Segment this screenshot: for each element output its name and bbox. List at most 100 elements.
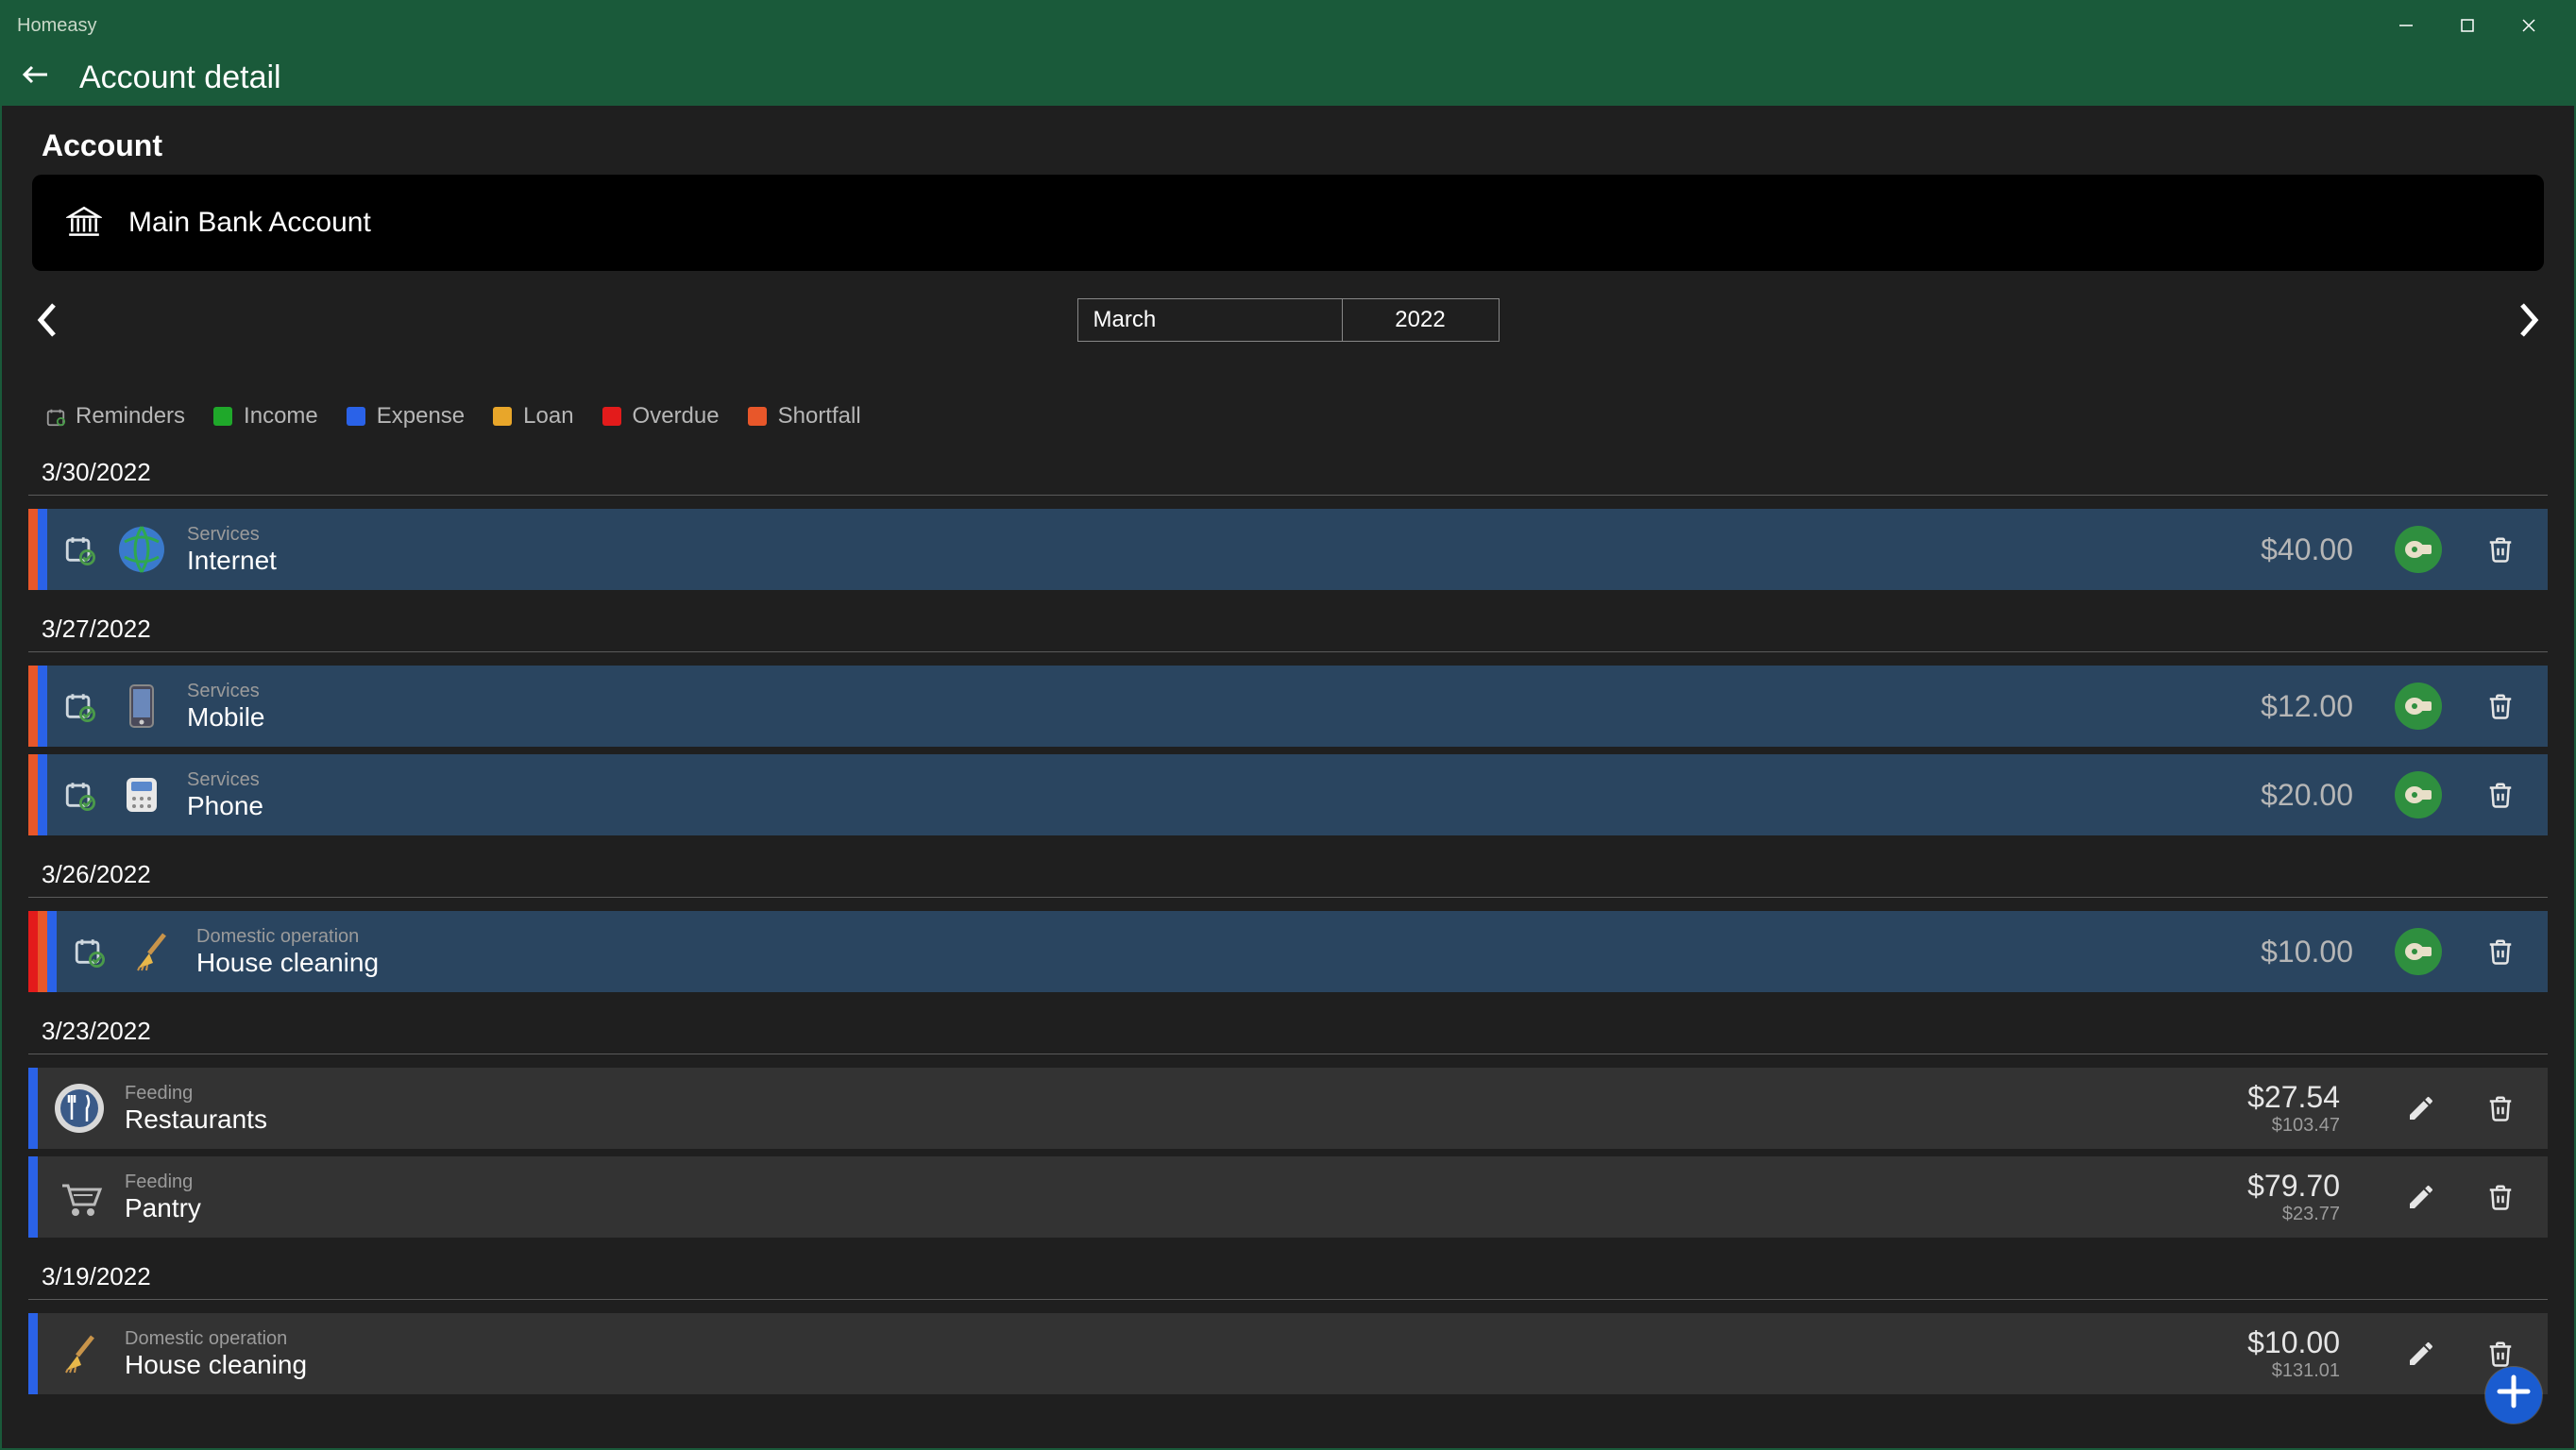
date-header: 3/23/2022 (28, 1000, 2548, 1054)
pay-button[interactable] (2395, 683, 2442, 730)
year-selector[interactable]: 2022 (1343, 299, 1499, 341)
shortfall-swatch (748, 407, 767, 426)
transaction-name: Mobile (187, 702, 264, 733)
category-stripes (28, 1068, 38, 1149)
transaction-amount-col: $10.00 (2261, 935, 2353, 969)
transaction-name: Phone (187, 791, 263, 821)
transaction-text: FeedingPantry (125, 1172, 201, 1223)
expense-swatch (347, 407, 365, 426)
category-stripes (28, 911, 57, 992)
phone-icon (115, 768, 168, 821)
prev-period-button[interactable] (25, 297, 70, 343)
transaction-amount: $40.00 (2261, 532, 2353, 567)
stripe (28, 911, 38, 992)
legend-overdue: Overdue (602, 403, 720, 430)
legend-expense: Expense (347, 403, 465, 430)
stripe (28, 754, 38, 835)
transaction-list[interactable]: 3/30/2022ServicesInternet$40.003/27/2022… (28, 441, 2548, 1436)
stripe (28, 666, 38, 747)
plus-icon (2494, 1372, 2534, 1419)
transaction-body: Domestic operationHouse cleaning$10.00$1… (38, 1313, 2548, 1394)
delete-button[interactable] (2480, 931, 2521, 972)
reminder-icon (72, 935, 106, 969)
stripe (28, 1068, 38, 1149)
account-card[interactable]: Main Bank Account (32, 175, 2544, 271)
delete-button[interactable] (2480, 1176, 2521, 1218)
pay-button[interactable] (2395, 928, 2442, 975)
transaction-text: Domestic operationHouse cleaning (196, 926, 379, 978)
back-button[interactable] (21, 59, 51, 95)
reminder-icon (62, 689, 96, 723)
transaction-row[interactable]: FeedingPantry $79.70$23.77 (28, 1156, 2548, 1238)
transaction-amount: $79.70 (2247, 1169, 2340, 1204)
category-stripes (28, 1156, 38, 1238)
globe-icon (115, 523, 168, 576)
transaction-row[interactable]: ServicesPhone $20.00 (28, 754, 2548, 835)
transaction-text: FeedingRestaurants (125, 1083, 267, 1135)
page-title: Account detail (79, 59, 281, 96)
transaction-category: Domestic operation (196, 926, 379, 948)
stripe (38, 509, 47, 590)
period-selector: March 2022 (1077, 298, 1500, 342)
cutlery-icon (53, 1082, 106, 1135)
transaction-row[interactable]: FeedingRestaurants $27.54$103.47 (28, 1068, 2548, 1149)
transaction-text: ServicesMobile (187, 681, 264, 733)
transaction-category: Feeding (125, 1083, 267, 1104)
delete-button[interactable] (2480, 685, 2521, 727)
transaction-category: Services (187, 769, 263, 791)
transaction-text: Domestic operationHouse cleaning (125, 1328, 307, 1380)
transaction-row[interactable]: ServicesInternet$40.00 (28, 509, 2548, 590)
transaction-category: Feeding (125, 1172, 201, 1193)
calendar-reminder-icon (45, 407, 64, 426)
edit-button[interactable] (2400, 1176, 2442, 1218)
legend-overdue-label: Overdue (633, 403, 720, 430)
transaction-amount: $20.00 (2261, 778, 2353, 813)
minimize-button[interactable] (2375, 2, 2436, 49)
bank-icon (66, 205, 102, 241)
legend-expense-label: Expense (377, 403, 465, 430)
transaction-balance: $103.47 (2272, 1115, 2340, 1137)
category-stripes (28, 754, 47, 835)
transaction-row[interactable]: Domestic operationHouse cleaning $10.00 (28, 911, 2548, 992)
add-transaction-button[interactable] (2485, 1367, 2542, 1424)
legend-loan: Loan (493, 403, 573, 430)
category-stripes (28, 509, 47, 590)
edit-button[interactable] (2400, 1088, 2442, 1129)
account-section-label: Account (42, 128, 2534, 163)
delete-button[interactable] (2480, 774, 2521, 816)
pay-button[interactable] (2395, 771, 2442, 818)
transaction-body: ServicesMobile $12.00 (47, 666, 2548, 747)
transaction-amount-col: $40.00 (2261, 532, 2353, 567)
stripe (47, 911, 57, 992)
edit-button[interactable] (2400, 1333, 2442, 1374)
maximize-button[interactable] (2436, 2, 2498, 49)
transaction-amount-col: $27.54$103.47 (2247, 1080, 2340, 1137)
delete-button[interactable] (2480, 529, 2521, 570)
next-period-button[interactable] (2506, 297, 2551, 343)
close-button[interactable] (2498, 2, 2559, 49)
legend-reminders: Reminders (45, 403, 185, 430)
income-swatch (213, 407, 232, 426)
transaction-amount: $27.54 (2247, 1080, 2340, 1115)
delete-button[interactable] (2480, 1088, 2521, 1129)
transaction-amount-col: $79.70$23.77 (2247, 1169, 2340, 1225)
transaction-name: Internet (187, 546, 277, 576)
transaction-amount: $12.00 (2261, 689, 2353, 724)
reminder-icon (62, 778, 96, 812)
transaction-row[interactable]: Domestic operationHouse cleaning$10.00$1… (28, 1313, 2548, 1394)
date-header: 3/30/2022 (28, 441, 2548, 496)
transaction-name: House cleaning (125, 1350, 307, 1380)
pay-button[interactable] (2395, 526, 2442, 573)
stripe (38, 911, 47, 992)
overdue-swatch (602, 407, 621, 426)
transaction-category: Services (187, 681, 264, 702)
transaction-name: Pantry (125, 1193, 201, 1223)
month-selector[interactable]: March (1078, 299, 1343, 341)
transaction-amount-col: $12.00 (2261, 689, 2353, 724)
stripe (28, 1156, 38, 1238)
transaction-body: ServicesPhone $20.00 (47, 754, 2548, 835)
transaction-text: ServicesPhone (187, 769, 263, 821)
date-header: 3/19/2022 (28, 1245, 2548, 1300)
legend-loan-label: Loan (523, 403, 573, 430)
transaction-row[interactable]: ServicesMobile $12.00 (28, 666, 2548, 747)
